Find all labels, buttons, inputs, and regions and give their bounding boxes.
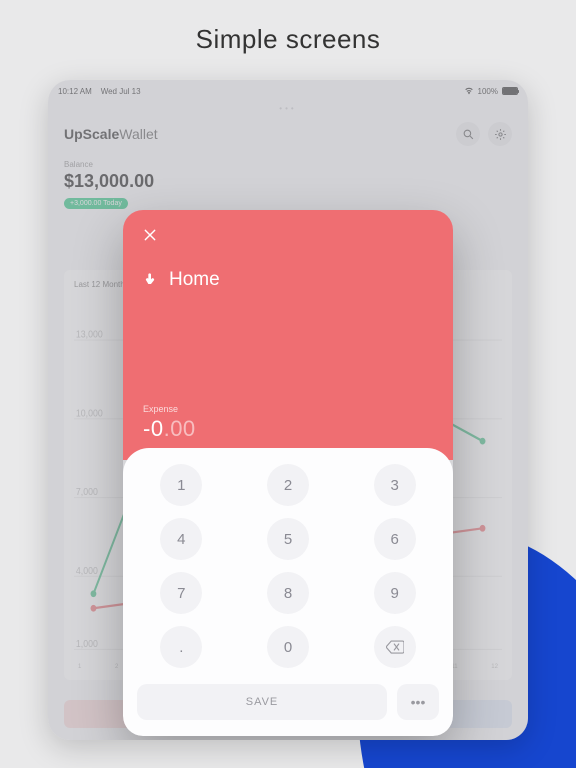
key-delete[interactable] — [374, 626, 416, 668]
category-selector[interactable]: Home — [143, 269, 433, 291]
more-button[interactable]: ••• — [397, 684, 439, 720]
tap-icon — [143, 272, 159, 288]
expense-entry-modal: Home Expense -0.00 1 2 3 4 5 6 7 8 9. 0 SAVE ••• — [123, 210, 453, 736]
backspace-icon — [386, 640, 404, 654]
modal-header: Home Expense -0.00 — [123, 210, 453, 460]
close-button[interactable] — [143, 228, 433, 247]
key-3[interactable]: 3 — [374, 464, 416, 506]
save-button[interactable]: SAVE — [137, 684, 387, 720]
key-9[interactable]: 9 — [374, 572, 416, 614]
key-dot[interactable]: . — [160, 626, 202, 668]
key-0[interactable]: 0 — [267, 626, 309, 668]
key-8[interactable]: 8 — [267, 572, 309, 614]
expense-label: Expense — [143, 404, 196, 414]
key-2[interactable]: 2 — [267, 464, 309, 506]
key-4[interactable]: 4 — [160, 518, 202, 560]
category-label: Home — [169, 269, 220, 291]
key-6[interactable]: 6 — [374, 518, 416, 560]
tablet-frame: 10:12 AM Wed Jul 13 100% ••• UpScaleWall… — [48, 80, 528, 740]
close-icon — [143, 228, 157, 242]
ellipsis-icon: ••• — [411, 694, 426, 710]
expense-value: -0.00 — [143, 416, 196, 442]
key-7[interactable]: 7 — [160, 572, 202, 614]
numeric-keypad: 1 2 3 4 5 6 7 8 9. 0 SAVE ••• — [123, 448, 453, 736]
key-5[interactable]: 5 — [267, 518, 309, 560]
marketing-headline: Simple screens — [0, 0, 576, 67]
key-1[interactable]: 1 — [160, 464, 202, 506]
